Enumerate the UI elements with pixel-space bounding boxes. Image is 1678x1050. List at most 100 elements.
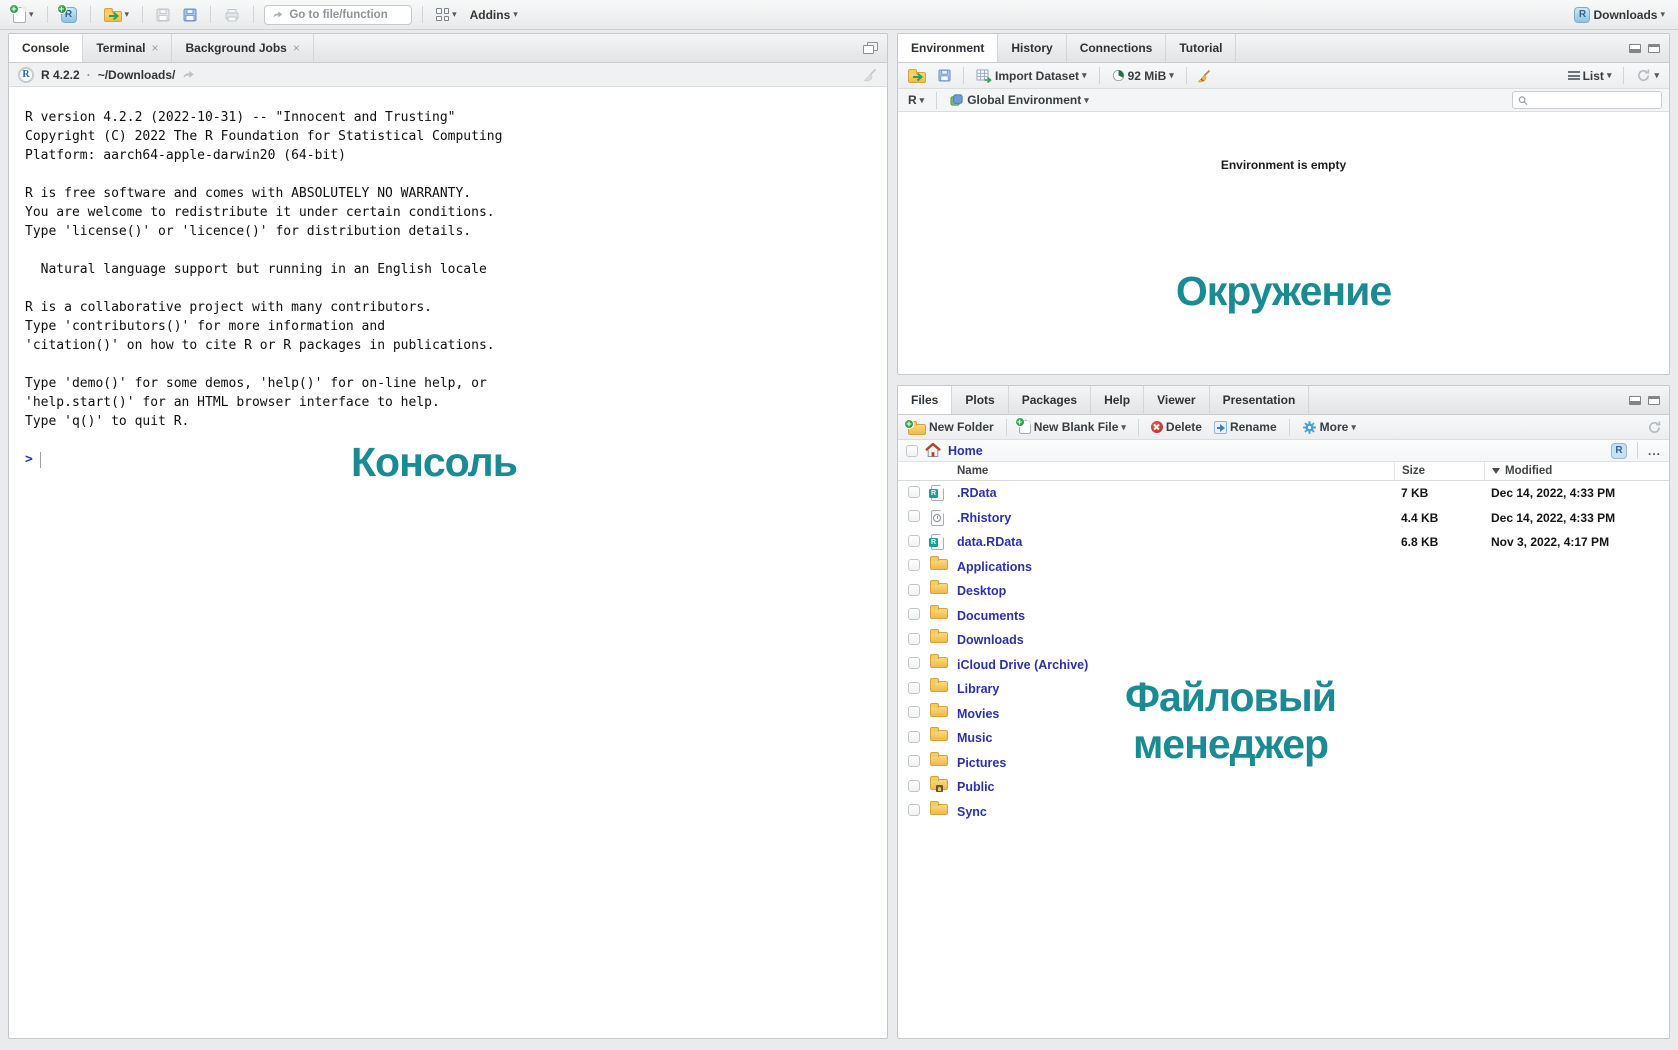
environment-scope-selector[interactable]: Global Environment ▾ bbox=[946, 91, 1092, 110]
tab-environment-label: Environment bbox=[911, 41, 984, 55]
tab-environment[interactable]: Environment bbox=[898, 34, 998, 62]
print-button[interactable] bbox=[221, 6, 243, 24]
clear-environment-broom-icon[interactable] bbox=[1196, 68, 1212, 84]
row-checkbox[interactable] bbox=[908, 535, 920, 547]
new-folder-button[interactable]: New Folder bbox=[905, 418, 997, 437]
new-project-button[interactable]: R bbox=[58, 5, 80, 25]
pane-layout-button[interactable]: ▾ bbox=[433, 6, 460, 23]
chevron-down-icon: ▾ bbox=[1169, 71, 1174, 80]
clear-console-broom-icon[interactable] bbox=[862, 67, 878, 83]
more-button[interactable]: More ▾ bbox=[1299, 418, 1359, 437]
save-all-button[interactable] bbox=[180, 6, 200, 24]
new-blank-file-button[interactable]: New Blank File ▾ bbox=[1016, 418, 1129, 436]
addins-button[interactable]: Addins ▾ bbox=[467, 6, 521, 24]
row-checkbox[interactable] bbox=[908, 706, 920, 718]
list-view-button[interactable]: List ▾ bbox=[1565, 67, 1615, 85]
tab-console[interactable]: Console bbox=[9, 34, 83, 62]
minimize-pane-icon[interactable] bbox=[1629, 44, 1641, 53]
tab-connections[interactable]: Connections bbox=[1067, 34, 1167, 62]
row-checkbox[interactable] bbox=[908, 486, 920, 498]
table-row[interactable]: Public bbox=[898, 775, 1669, 800]
table-row[interactable]: data.RData 6.8 KB Nov 3, 2022, 4:17 PM bbox=[898, 530, 1669, 555]
minimize-pane-icon[interactable] bbox=[1629, 396, 1641, 405]
tab-background-jobs[interactable]: Background Jobs × bbox=[172, 34, 313, 62]
rename-icon bbox=[1214, 421, 1227, 434]
file-link[interactable]: Documents bbox=[957, 609, 1025, 623]
table-row[interactable]: .RData 7 KB Dec 14, 2022, 4:33 PM bbox=[898, 481, 1669, 506]
row-checkbox[interactable] bbox=[908, 804, 920, 816]
environment-search-box[interactable] bbox=[1512, 91, 1662, 109]
row-checkbox[interactable] bbox=[908, 510, 920, 522]
r-project-directory-icon[interactable]: R bbox=[1611, 443, 1627, 459]
tab-history[interactable]: History bbox=[998, 34, 1066, 62]
refresh-icon[interactable] bbox=[1647, 420, 1662, 435]
language-selector[interactable]: R ▾ bbox=[905, 91, 927, 109]
table-row[interactable]: Documents bbox=[898, 604, 1669, 629]
tab-packages[interactable]: Packages bbox=[1009, 386, 1091, 414]
maximize-pane-icon[interactable] bbox=[1648, 396, 1660, 405]
tab-presentation[interactable]: Presentation bbox=[1210, 386, 1310, 414]
file-link[interactable]: .Rhistory bbox=[957, 511, 1011, 525]
row-checkbox[interactable] bbox=[908, 559, 920, 571]
column-header-modified[interactable]: Modified bbox=[1484, 462, 1669, 480]
load-workspace-button[interactable] bbox=[905, 66, 929, 85]
environment-search-input[interactable] bbox=[1532, 94, 1656, 106]
tab-help[interactable]: Help bbox=[1091, 386, 1144, 414]
row-checkbox[interactable] bbox=[908, 780, 920, 792]
file-link[interactable]: .RData bbox=[957, 486, 997, 500]
file-link[interactable]: Desktop bbox=[957, 584, 1006, 598]
select-all-checkbox[interactable] bbox=[906, 445, 918, 457]
delete-button[interactable]: Delete bbox=[1148, 418, 1205, 436]
column-header-name[interactable]: Name bbox=[957, 465, 1394, 477]
goto-file-function-box[interactable] bbox=[264, 5, 412, 25]
row-checkbox[interactable] bbox=[908, 608, 920, 620]
tab-files[interactable]: Files bbox=[898, 386, 952, 414]
row-checkbox[interactable] bbox=[908, 657, 920, 669]
table-row[interactable]: Downloads bbox=[898, 628, 1669, 653]
maximize-pane-icon[interactable] bbox=[1648, 44, 1660, 53]
file-link[interactable]: Movies bbox=[957, 707, 999, 721]
goto-directory-icon[interactable] bbox=[182, 69, 195, 80]
table-row[interactable]: .Rhistory 4.4 KB Dec 14, 2022, 4:33 PM bbox=[898, 506, 1669, 531]
console-output[interactable]: R version 4.2.2 (2022-10-31) -- "Innocen… bbox=[9, 87, 887, 1037]
open-file-button[interactable]: ▾ bbox=[101, 5, 133, 24]
file-link[interactable]: Downloads bbox=[957, 633, 1024, 647]
tab-tutorial[interactable]: Tutorial bbox=[1166, 34, 1236, 62]
column-header-size[interactable]: Size bbox=[1394, 462, 1484, 480]
row-checkbox[interactable] bbox=[908, 633, 920, 645]
new-folder-label: New Folder bbox=[929, 420, 994, 434]
tab-plots[interactable]: Plots bbox=[952, 386, 1008, 414]
import-dataset-button[interactable]: Import Dataset ▾ bbox=[973, 67, 1090, 85]
save-workspace-button[interactable] bbox=[935, 67, 954, 84]
row-checkbox[interactable] bbox=[908, 682, 920, 694]
row-checkbox[interactable] bbox=[908, 731, 920, 743]
rename-button[interactable]: Rename bbox=[1211, 418, 1280, 436]
file-link[interactable]: Library bbox=[957, 682, 999, 696]
tab-terminal[interactable]: Terminal × bbox=[83, 34, 172, 62]
file-link[interactable]: Sync bbox=[957, 805, 987, 819]
file-link[interactable]: Music bbox=[957, 731, 992, 745]
memory-usage-button[interactable]: 92 MiB ▾ bbox=[1109, 67, 1177, 85]
close-icon[interactable]: × bbox=[293, 41, 300, 55]
file-link[interactable]: Public bbox=[957, 780, 995, 794]
goto-file-function-input[interactable] bbox=[289, 9, 404, 21]
path-more-button[interactable]: ... bbox=[1648, 444, 1661, 458]
new-file-button[interactable]: ▾ bbox=[10, 5, 37, 25]
row-checkbox[interactable] bbox=[908, 755, 920, 767]
file-link[interactable]: iCloud Drive (Archive) bbox=[957, 658, 1088, 672]
project-menu-button[interactable]: R Downloads ▾ bbox=[1571, 5, 1668, 25]
row-checkbox[interactable] bbox=[908, 584, 920, 596]
save-button[interactable] bbox=[153, 6, 173, 24]
close-icon[interactable]: × bbox=[151, 41, 158, 55]
file-link[interactable]: Pictures bbox=[957, 756, 1006, 770]
tab-viewer[interactable]: Viewer bbox=[1144, 386, 1209, 414]
file-link[interactable]: data.RData bbox=[957, 535, 1022, 549]
refresh-button[interactable]: ▾ bbox=[1633, 66, 1662, 85]
file-link[interactable]: Applications bbox=[957, 560, 1032, 574]
breadcrumb-home-link[interactable]: Home bbox=[948, 444, 983, 458]
maximize-pane-icon[interactable] bbox=[863, 42, 878, 54]
table-row[interactable]: Desktop bbox=[898, 579, 1669, 604]
table-row[interactable]: Applications bbox=[898, 555, 1669, 580]
table-row[interactable]: Sync bbox=[898, 800, 1669, 825]
chevron-down-icon: ▾ bbox=[1351, 423, 1356, 432]
